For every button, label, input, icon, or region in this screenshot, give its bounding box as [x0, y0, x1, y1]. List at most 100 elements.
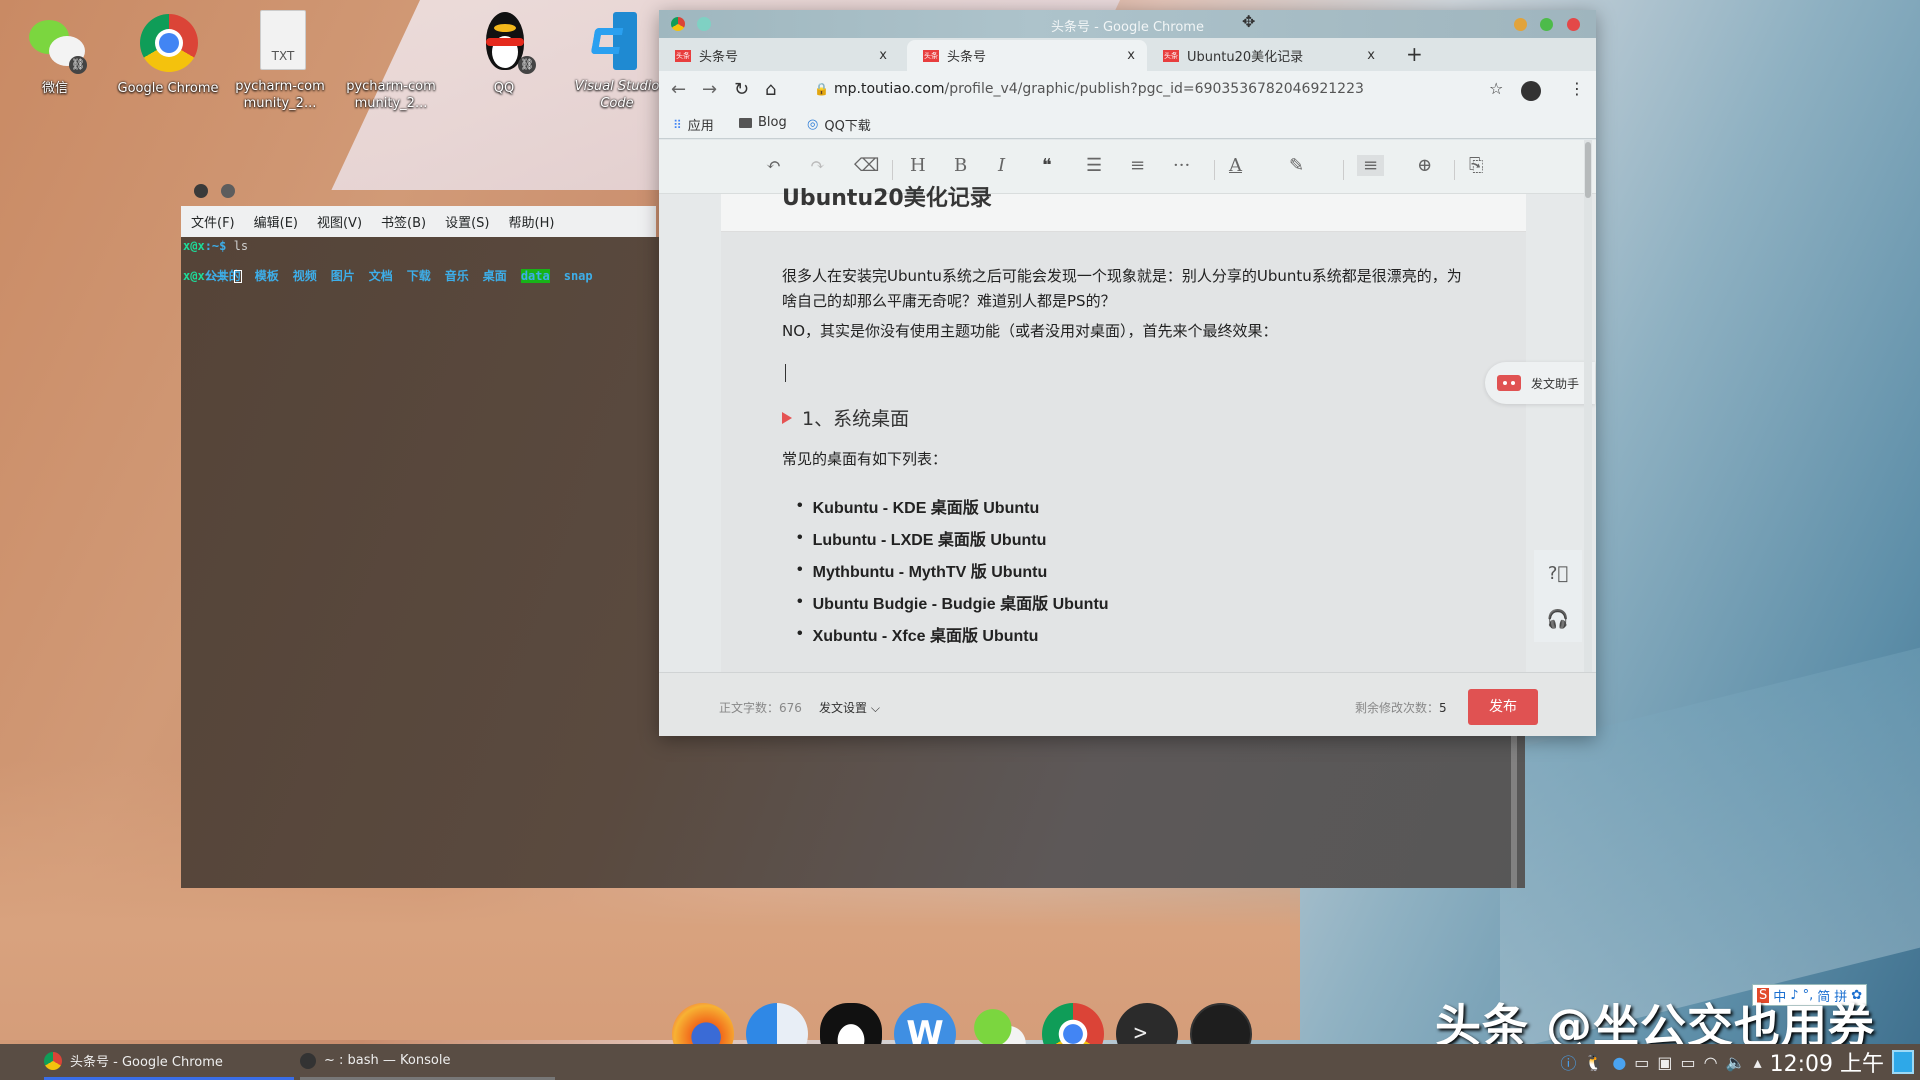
toutiao-favicon: 头条: [1163, 49, 1179, 62]
paragraph[interactable]: 常见的桌面有如下列表：: [782, 447, 1462, 472]
ordered-list-icon[interactable]: ≡: [1130, 155, 1145, 176]
menu-help[interactable]: 帮助(H): [509, 212, 555, 231]
window-title: 头条号 - Google Chrome: [1051, 20, 1204, 35]
chrome-titlebar[interactable]: 头条号 - Google Chrome ✥: [659, 10, 1596, 38]
task-konsole[interactable]: ~ : bash — Konsole: [300, 1044, 555, 1080]
toolbar-divider: [892, 160, 893, 180]
desktop-icon-wechat[interactable]: ⛓ 微信: [0, 12, 110, 97]
publish-button[interactable]: 发布: [1468, 689, 1538, 725]
tab-close-icon[interactable]: x: [879, 48, 887, 63]
maximize-button[interactable]: [1540, 18, 1553, 31]
chevron-down-icon: ⌵: [870, 701, 880, 715]
forward-icon[interactable]: →: [702, 79, 717, 100]
display-icon[interactable]: ▣: [1657, 1053, 1672, 1072]
paragraph[interactable]: NO，其实是你没有使用主题功能（或者没用对桌面），首先来个最终效果：: [782, 319, 1462, 344]
profile-avatar-icon[interactable]: [1521, 81, 1541, 101]
list-item[interactable]: Mythbuntu - MythTV 版 Ubuntu: [813, 554, 1109, 586]
desktop-icon-pycharm-2[interactable]: pycharm-community_2...: [336, 10, 446, 112]
wechat-icon: ⛓: [23, 12, 87, 76]
back-icon[interactable]: ←: [671, 79, 686, 100]
bookmark-blog[interactable]: Blog: [739, 115, 787, 130]
list-item[interactable]: Lubuntu - LXDE 桌面版 Ubuntu: [813, 522, 1109, 554]
bookmark-apps[interactable]: ⠿ 应用: [673, 115, 714, 135]
bookmark-qq-download[interactable]: ◎ QQ下载: [807, 115, 871, 134]
url-path: /profile_v4/graphic/publish?pgc_id=69035…: [944, 81, 1364, 97]
battery-icon[interactable]: ▭: [1681, 1053, 1696, 1072]
paragraph[interactable]: 很多人在安装完Ubuntu系统之后可能会发现一个现象就是：别人分享的Ubuntu…: [782, 264, 1462, 314]
text-caret: [785, 364, 786, 382]
redo-icon[interactable]: ↷: [810, 155, 825, 176]
bullet-list-icon[interactable]: ☰: [1086, 155, 1102, 176]
tab-close-icon[interactable]: x: [1127, 48, 1135, 63]
writing-assistant-button[interactable]: 发文助手: [1485, 362, 1595, 404]
desktop-icon-vscode[interactable]: Visual Studio Code: [562, 10, 672, 112]
scroll-thumb[interactable]: [1585, 142, 1591, 198]
support-headset-icon[interactable]: 🎧: [1547, 609, 1569, 630]
konsole-app-icon[interactable]: [194, 184, 208, 198]
info-icon[interactable]: ⓘ: [1560, 1050, 1576, 1074]
export-icon[interactable]: ⎘: [1469, 155, 1483, 176]
wifi-icon[interactable]: ◠: [1704, 1053, 1718, 1072]
section-heading[interactable]: 1、系统桌面: [782, 404, 909, 431]
reload-icon[interactable]: ↻: [734, 79, 749, 100]
volume-icon[interactable]: 🔈: [1726, 1053, 1746, 1072]
prompt-user: x@x: [183, 239, 205, 253]
tab-ubuntu-notes[interactable]: 头条 Ubuntu20美化记录 x: [1147, 40, 1387, 71]
menu-edit[interactable]: 编辑(E): [254, 212, 298, 231]
konsole-pin-button[interactable]: [221, 184, 235, 198]
clipboard-icon[interactable]: ▭: [1634, 1053, 1649, 1072]
desktop-icon-pycharm-1[interactable]: TXT pycharm-community_2...: [225, 10, 335, 112]
tray-expand-icon[interactable]: ▴: [1754, 1053, 1762, 1072]
bookmark-star-icon[interactable]: ☆: [1489, 79, 1503, 98]
title-area[interactable]: Ubuntu20美化记录: [721, 186, 1526, 232]
taskbar: 头条号 - Google Chrome ~ : bash — Konsole ⓘ…: [0, 1044, 1920, 1080]
desktop-icon-label: pycharm-community_2...: [346, 79, 436, 111]
help-icon[interactable]: ?⃝: [1548, 563, 1568, 584]
terminal-cursor: [233, 270, 242, 283]
quote-icon[interactable]: ❝: [1042, 155, 1052, 176]
helper-label: 发文助手: [1531, 376, 1580, 391]
update-icon[interactable]: ●: [1612, 1053, 1626, 1072]
task-chrome[interactable]: 头条号 - Google Chrome: [44, 1044, 294, 1080]
desktop-icon-qq[interactable]: ⛓ QQ: [449, 12, 559, 97]
desktop-icon-chrome[interactable]: Google Chrome: [113, 12, 223, 97]
clear-format-icon[interactable]: ⌫: [854, 155, 879, 176]
heading-icon[interactable]: H: [910, 155, 926, 176]
tab-toutiao-1[interactable]: 头条 头条号 x: [659, 40, 899, 71]
home-icon[interactable]: ⌂: [765, 79, 776, 100]
insert-icon[interactable]: ⊕: [1417, 155, 1432, 176]
new-tab-button[interactable]: +: [1406, 42, 1423, 66]
align-icon[interactable]: ≡: [1357, 155, 1385, 176]
list-item[interactable]: Xubuntu - Xfce 桌面版 Ubuntu: [813, 618, 1109, 650]
italic-icon[interactable]: I: [998, 155, 1005, 176]
highlight-icon[interactable]: ✎: [1289, 155, 1304, 176]
bookmark-label: QQ下载: [824, 119, 871, 134]
dir-entry: 桌面: [482, 269, 507, 283]
clock[interactable]: 12:09 上午: [1770, 1046, 1884, 1078]
font-color-icon[interactable]: A: [1229, 155, 1242, 176]
bold-icon[interactable]: B: [954, 155, 967, 176]
show-desktop-icon[interactable]: [1892, 1050, 1914, 1074]
chrome-menu-icon[interactable]: ⋮: [1569, 79, 1585, 98]
undo-icon[interactable]: ↶: [766, 155, 781, 176]
list-item[interactable]: Kubuntu - KDE 桌面版 Ubuntu: [813, 490, 1109, 522]
close-button[interactable]: [1567, 18, 1580, 31]
menu-view[interactable]: 视图(V): [317, 212, 362, 231]
address-bar[interactable]: mp.toutiao.com/profile_v4/graphic/publis…: [834, 81, 1364, 97]
qq-tray-icon[interactable]: 🐧: [1584, 1053, 1604, 1072]
publish-settings-dropdown[interactable]: 发文设置 ⌵: [819, 699, 880, 716]
minimize-button[interactable]: [1514, 18, 1527, 31]
list-item[interactable]: Ubuntu Budgie - Budgie 桌面版 Ubuntu: [813, 586, 1109, 618]
page-scrollbar[interactable]: [1584, 140, 1592, 736]
document-body[interactable]: Ubuntu20美化记录 很多人在安装完Ubuntu系统之后可能会发现一个现象就…: [721, 186, 1526, 672]
tab-toutiao-2-active[interactable]: 头条 头条号 x: [907, 40, 1147, 71]
article-title[interactable]: Ubuntu20美化记录: [782, 180, 992, 212]
qq-icon: ⛓: [472, 12, 536, 76]
menu-file[interactable]: 文件(F): [191, 212, 235, 231]
task-label: 头条号 - Google Chrome: [70, 1055, 223, 1070]
more-icon[interactable]: ···: [1173, 155, 1190, 176]
dir-entry: 文档: [368, 269, 393, 283]
menu-bookmarks[interactable]: 书签(B): [381, 212, 426, 231]
tab-close-icon[interactable]: x: [1367, 48, 1375, 63]
menu-settings[interactable]: 设置(S): [445, 212, 489, 231]
